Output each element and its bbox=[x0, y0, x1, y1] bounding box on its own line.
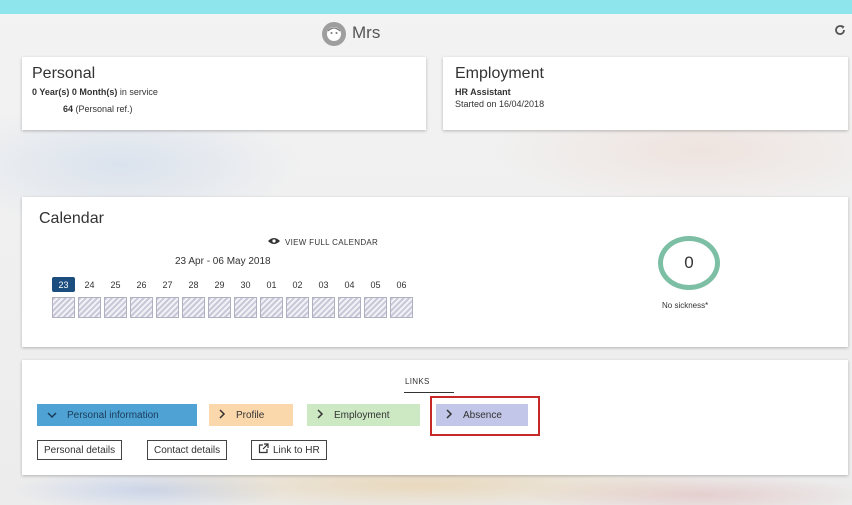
header: Mrs bbox=[0, 14, 852, 52]
calendar-range: 23 Apr - 06 May 2018 bbox=[175, 256, 271, 267]
calendar-day[interactable]: 23 bbox=[52, 277, 75, 292]
calendar-day[interactable]: 30 bbox=[234, 277, 257, 292]
chevron-down-icon bbox=[47, 408, 57, 422]
external-link-icon bbox=[258, 443, 269, 457]
service-years: 0 Year(s) bbox=[32, 87, 70, 97]
calendar-day[interactable]: 25 bbox=[104, 277, 127, 292]
calendar-day[interactable]: 05 bbox=[364, 277, 387, 292]
calendar-day[interactable]: 28 bbox=[182, 277, 205, 292]
day-cell[interactable] bbox=[364, 297, 387, 318]
day-cell[interactable] bbox=[260, 297, 283, 318]
button-label: Contact details bbox=[154, 444, 221, 456]
calendar-title: Calendar bbox=[39, 210, 104, 227]
employment-card: Employment HR Assistant Started on 16/04… bbox=[443, 57, 848, 130]
calendar-day[interactable]: 04 bbox=[338, 277, 361, 292]
calendar-day[interactable]: 26 bbox=[130, 277, 153, 292]
face-icon bbox=[322, 22, 346, 46]
personal-ref-label: (Personal ref.) bbox=[75, 104, 133, 114]
calendar-day[interactable]: 02 bbox=[286, 277, 309, 292]
day-cell[interactable] bbox=[182, 297, 205, 318]
day-cell[interactable] bbox=[208, 297, 231, 318]
personal-details-button[interactable]: Personal details bbox=[37, 440, 123, 460]
day-cell[interactable] bbox=[338, 297, 361, 318]
tab-label: Employment bbox=[334, 409, 390, 421]
links-divider bbox=[404, 392, 454, 393]
personal-ref: 64 (Personal ref.) bbox=[63, 104, 416, 114]
day-cell[interactable] bbox=[312, 297, 335, 318]
employment-title: Employment bbox=[455, 65, 544, 82]
view-full-calendar-link[interactable]: VIEW FULL CALENDAR bbox=[268, 237, 378, 247]
personal-title: Personal bbox=[32, 65, 96, 82]
chevron-right-icon bbox=[219, 408, 226, 422]
calendar-day[interactable]: 27 bbox=[156, 277, 179, 292]
calendar-day[interactable]: 03 bbox=[312, 277, 335, 292]
tab-employment[interactable]: Employment bbox=[307, 404, 420, 426]
links-title: LINKS bbox=[405, 377, 430, 386]
calendar-card: Calendar bbox=[22, 197, 848, 347]
personal-card: Personal 0 Year(s) 0 Month(s) in service… bbox=[22, 57, 426, 130]
day-cell[interactable] bbox=[52, 297, 75, 318]
link-to-hr-button[interactable]: Link to HR bbox=[251, 440, 327, 460]
tab-personal-information[interactable]: Personal information bbox=[37, 404, 197, 426]
refresh-icon[interactable] bbox=[834, 23, 846, 40]
service-months: 0 Month(s) bbox=[71, 87, 118, 97]
tab-label: Personal information bbox=[67, 409, 159, 421]
calendar-days: 23 24 25 26 27 28 29 30 01 02 03 04 05 0… bbox=[52, 277, 413, 292]
top-bar bbox=[0, 0, 852, 14]
day-cell[interactable] bbox=[286, 297, 309, 318]
header-title: Mrs bbox=[352, 23, 381, 42]
sickness-count: 0 bbox=[658, 236, 720, 290]
day-cell[interactable] bbox=[104, 297, 127, 318]
calendar-day-cells bbox=[52, 297, 413, 318]
day-cell[interactable] bbox=[390, 297, 413, 318]
tab-profile[interactable]: Profile bbox=[209, 404, 293, 426]
sickness-label: No sickness* bbox=[662, 301, 709, 310]
absence-highlight-box bbox=[430, 396, 540, 436]
day-cell[interactable] bbox=[78, 297, 101, 318]
calendar-day[interactable]: 01 bbox=[260, 277, 283, 292]
chevron-right-icon bbox=[317, 408, 324, 422]
day-cell[interactable] bbox=[156, 297, 179, 318]
calendar-day[interactable]: 24 bbox=[78, 277, 101, 292]
tab-label: Profile bbox=[236, 409, 265, 421]
eye-icon bbox=[268, 237, 280, 247]
personal-ref-number: 64 bbox=[63, 104, 74, 114]
button-label: Link to HR bbox=[273, 444, 320, 456]
start-date: Started on 16/04/2018 bbox=[455, 99, 545, 109]
calendar-day[interactable]: 06 bbox=[390, 277, 413, 292]
day-cell[interactable] bbox=[130, 297, 153, 318]
job-title: HR Assistant bbox=[455, 87, 511, 97]
day-cell[interactable] bbox=[234, 297, 257, 318]
view-full-calendar-label: VIEW FULL CALENDAR bbox=[285, 237, 379, 247]
calendar-day[interactable]: 29 bbox=[208, 277, 231, 292]
service-duration: 0 Year(s) 0 Month(s) in service bbox=[32, 87, 416, 97]
service-suffix: in service bbox=[119, 87, 158, 97]
button-label: Personal details bbox=[44, 444, 116, 456]
contact-details-button[interactable]: Contact details bbox=[147, 440, 228, 460]
